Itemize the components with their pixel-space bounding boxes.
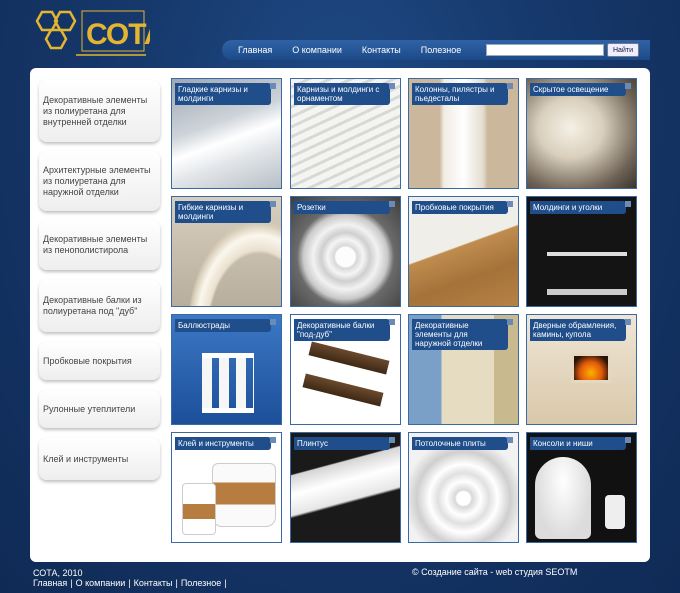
tile-label: Колонны, пилястры и пьедесталы — [412, 83, 513, 105]
tile-consoles-niches[interactable]: Консоли и ниши — [526, 432, 637, 543]
sidebar-item-cork[interactable]: Пробковые покрытия — [39, 342, 160, 380]
nav-item-about[interactable]: О компании — [292, 45, 342, 55]
bucket-icon — [212, 463, 276, 527]
sidebar-item-polyurethane-interior[interactable]: Декоративные элементы из полиуретана для… — [39, 80, 160, 142]
tile-moldings-corners[interactable]: Молдинги и уголки — [526, 196, 637, 307]
tile-label: Плинтус — [294, 437, 395, 450]
tile-cork[interactable]: Пробковые покрытия — [408, 196, 519, 307]
footer-copyright: СОТА, 2010 — [33, 568, 83, 578]
nav-item-home[interactable]: Главная — [238, 45, 272, 55]
nav-item-useful[interactable]: Полезное — [421, 45, 461, 55]
tile-label: Гибкие карнизы и молдинги — [175, 201, 276, 223]
tile-balustrades[interactable]: Баллюстрады — [171, 314, 282, 425]
bucket-icon — [182, 483, 216, 535]
sidebar-item-polyurethane-exterior[interactable]: Архитектурные элементы из полиуретана дл… — [39, 151, 160, 211]
tile-label: Консоли и ниши — [530, 437, 631, 450]
footer-nav: Главная | О компании | Контакты | Полезное | — [33, 578, 230, 588]
niche-icon — [535, 457, 591, 539]
logo-text: СОТА — [86, 18, 150, 51]
separator: | — [175, 578, 178, 588]
tile-label: Пробковые покрытия — [412, 201, 513, 214]
tile-rosettes[interactable]: Розетки — [290, 196, 401, 307]
tile-label: Скрытое освещение — [530, 83, 631, 96]
footer-credit[interactable]: © Создание сайта - web студия SEOTM — [412, 567, 577, 577]
logo-hexagons-icon: СОТА — [35, 10, 166, 56]
sidebar-item-insulation[interactable]: Рулонные утеплители — [39, 390, 160, 428]
corner-piece-icon — [547, 252, 627, 256]
tile-label: Гладкие карнизы и молдинги — [175, 83, 276, 105]
corner-piece-icon — [547, 289, 627, 295]
separator: | — [128, 578, 131, 588]
tile-label: Декоративные элементы для наружной отдел… — [412, 319, 513, 350]
tile-columns[interactable]: Колонны, пилястры и пьедесталы — [408, 78, 519, 189]
search-button[interactable]: Найти — [607, 43, 639, 57]
footer-link-contacts[interactable]: Контакты — [134, 578, 173, 588]
tile-label: Карнизы и молдинги с орнаментом — [294, 83, 395, 105]
tile-plinth[interactable]: Плинтус — [290, 432, 401, 543]
tile-flexible-cornices[interactable]: Гибкие карнизы и молдинги — [171, 196, 282, 307]
tile-label: Розетки — [294, 201, 395, 214]
footer-link-useful[interactable]: Полезное — [181, 578, 221, 588]
tile-smooth-cornices[interactable]: Гладкие карнизы и молдинги — [171, 78, 282, 189]
footer-link-home[interactable]: Главная — [33, 578, 67, 588]
tile-oak-beams[interactable]: Декоративные балки "под-дуб" — [290, 314, 401, 425]
tile-glue-tools[interactable]: Клей и инструменты — [171, 432, 282, 543]
tile-label: Потолочные плиты — [412, 437, 513, 450]
tile-label: Дверные обрамления, камины, купола — [530, 319, 631, 341]
tile-label: Клей и инструменты — [175, 437, 276, 450]
baluster-icon — [202, 353, 254, 413]
tile-label: Молдинги и уголки — [530, 201, 631, 214]
separator: | — [70, 578, 73, 588]
logo[interactable]: СОТА — [30, 8, 166, 58]
tile-ceiling-tiles[interactable]: Потолочные плиты — [408, 432, 519, 543]
tile-door-frames[interactable]: Дверные обрамления, камины, купола — [526, 314, 637, 425]
search-input[interactable] — [486, 44, 604, 56]
tile-ornament-cornices[interactable]: Карнизы и молдинги с орнаментом — [290, 78, 401, 189]
tile-label: Баллюстрады — [175, 319, 276, 332]
nav-item-contacts[interactable]: Контакты — [362, 45, 401, 55]
sidebar-item-glue-tools[interactable]: Клей и инструменты — [39, 438, 160, 480]
tile-exterior-elements[interactable]: Декоративные элементы для наружной отдел… — [408, 314, 519, 425]
fireplace-icon — [571, 353, 611, 383]
sidebar-item-polystyrene[interactable]: Декоративные элементы из пенополистирола — [39, 220, 160, 270]
footer-link-about[interactable]: О компании — [76, 578, 126, 588]
tile-hidden-lighting[interactable]: Скрытое освещение — [526, 78, 637, 189]
console-icon — [605, 495, 625, 529]
tile-label: Декоративные балки "под-дуб" — [294, 319, 395, 341]
separator: | — [224, 578, 227, 588]
sidebar-item-oak-beams[interactable]: Декоративные балки из полиуретана под "д… — [39, 280, 160, 332]
